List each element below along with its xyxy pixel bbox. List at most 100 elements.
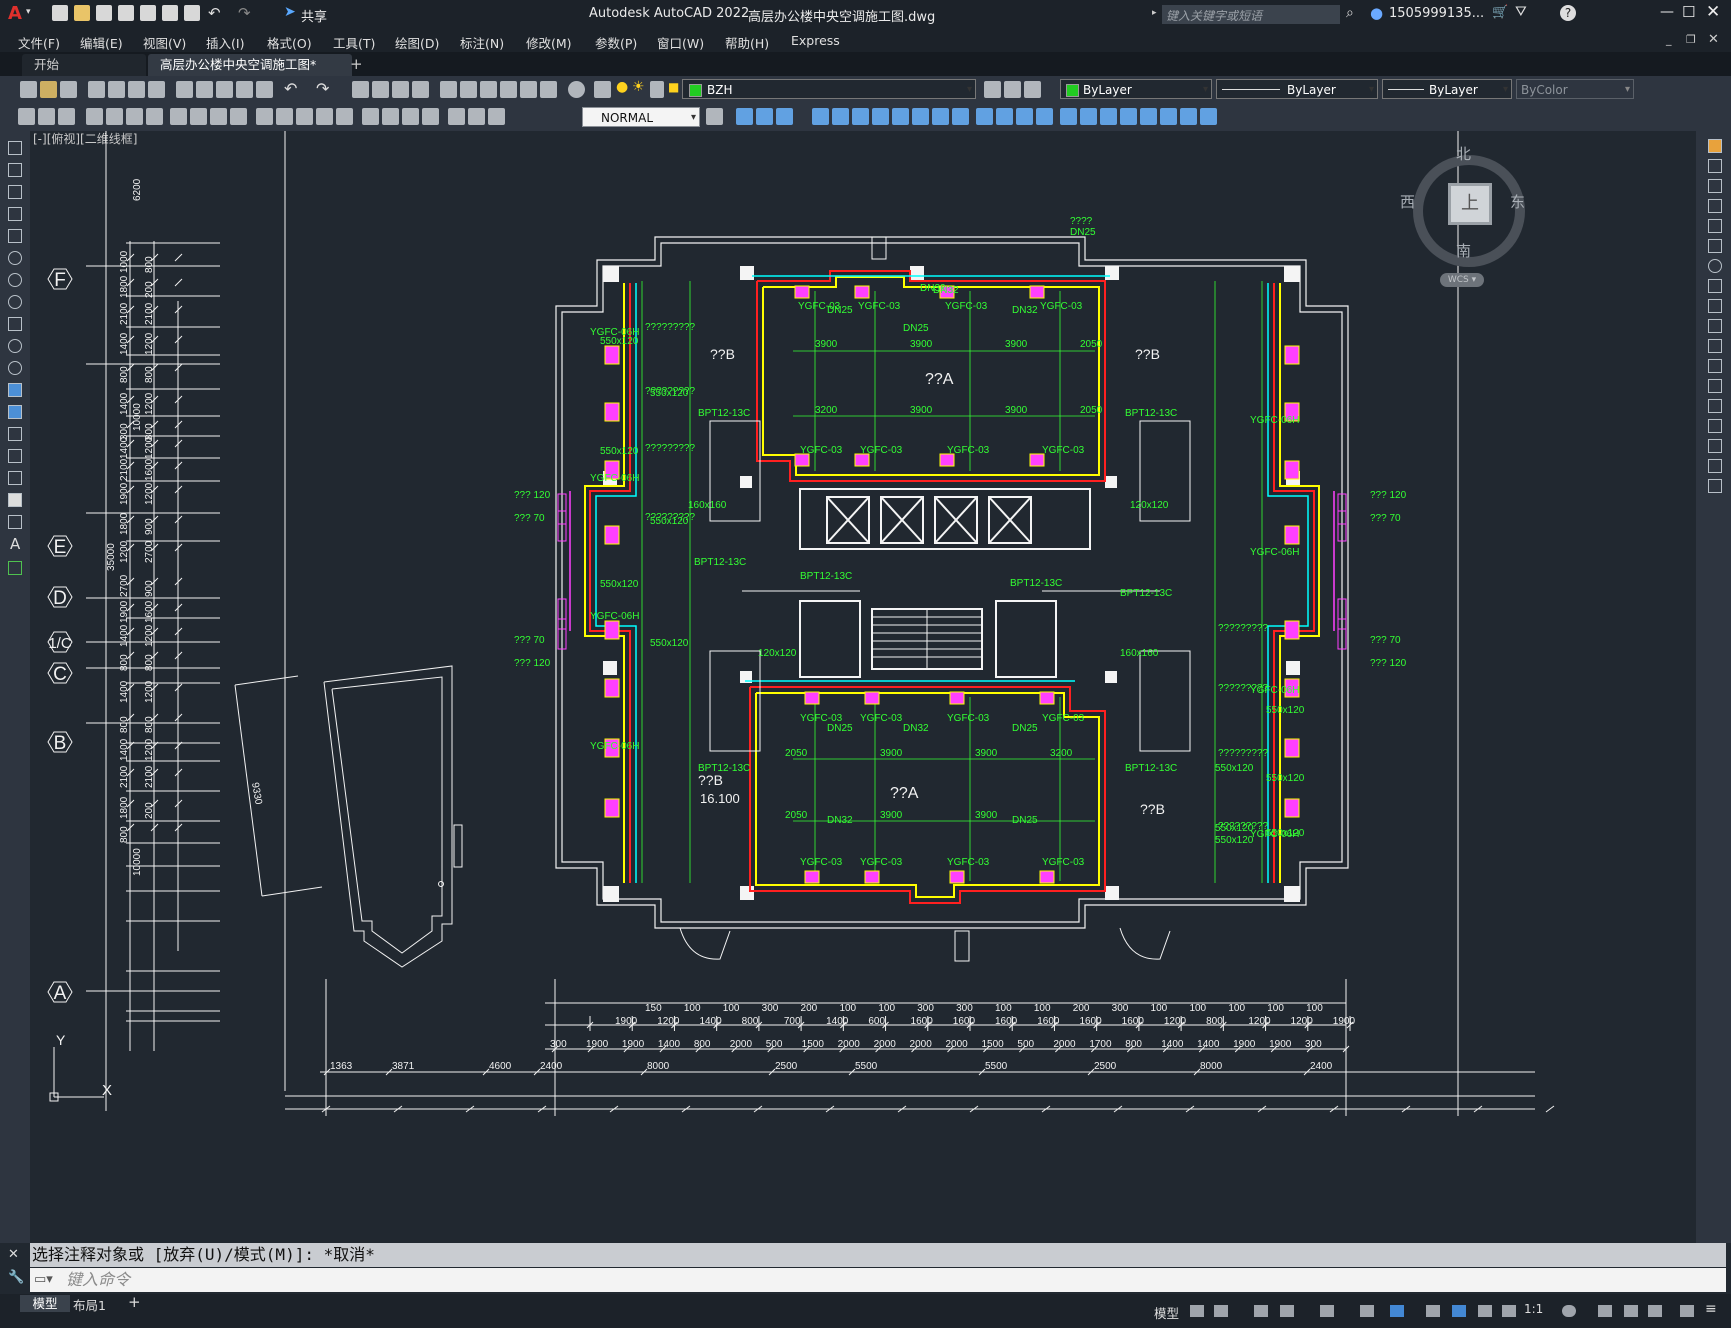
mtext-icon[interactable]: A <box>10 535 20 553</box>
layer-properties-icon[interactable] <box>594 81 611 98</box>
cut-icon[interactable] <box>176 81 193 98</box>
redo-icon[interactable]: ↷ <box>316 79 329 98</box>
modify-icon-13[interactable] <box>996 108 1013 125</box>
dim-space-icon[interactable] <box>316 108 333 125</box>
app-menu-arrow-icon[interactable]: ▾ <box>26 7 31 17</box>
tab-start[interactable]: 开始 <box>22 54 146 76</box>
plot-icon[interactable] <box>184 5 200 21</box>
modify-icon-1[interactable] <box>736 108 753 125</box>
menu-format[interactable]: 格式(O) <box>267 33 312 52</box>
qnew-icon[interactable] <box>20 81 37 98</box>
modify-icon-19[interactable] <box>1120 108 1137 125</box>
modify-icon-8[interactable] <box>892 108 909 125</box>
plotstyle-dropdown[interactable]: ByColor ▾ <box>1516 79 1634 99</box>
line-icon[interactable] <box>8 141 22 155</box>
open-file-icon[interactable] <box>74 5 90 21</box>
stretch-icon[interactable] <box>1708 299 1722 313</box>
search-icon[interactable]: ⌕ <box>1346 5 1354 21</box>
doc-minimize-icon[interactable]: _ <box>1666 33 1672 46</box>
radius-dim-icon[interactable] <box>170 108 187 125</box>
transparency-icon[interactable] <box>1452 1305 1466 1317</box>
quick-properties-icon[interactable] <box>1648 1305 1662 1317</box>
arc-icon[interactable] <box>8 251 22 265</box>
modify-icon-10[interactable] <box>932 108 949 125</box>
save-icon[interactable] <box>96 5 112 21</box>
search-input[interactable]: 键入关键字或短语 <box>1162 5 1340 24</box>
arc-length-icon[interactable] <box>126 108 143 125</box>
table-icon[interactable] <box>8 515 22 529</box>
layout-tab[interactable]: 布局1 <box>73 1295 106 1314</box>
cart-icon[interactable]: 🛒 <box>1492 5 1508 20</box>
quick-dim-icon[interactable] <box>256 108 273 125</box>
viewcube[interactable]: 上 北 南 西 东 WCS ▾ <box>1400 143 1525 293</box>
share-button[interactable]: 共享 <box>301 6 327 25</box>
modify-icon-21[interactable] <box>1160 108 1177 125</box>
dim-text-edit-icon[interactable] <box>468 108 485 125</box>
preview-icon[interactable] <box>108 81 125 98</box>
osnap-icon[interactable] <box>1390 1305 1404 1317</box>
modify-icon-16[interactable] <box>1060 108 1077 125</box>
rectangle-icon[interactable] <box>8 229 22 243</box>
doc-close-icon[interactable]: ✕ <box>1708 32 1719 47</box>
help-icon[interactable] <box>568 81 585 98</box>
open-icon[interactable] <box>40 81 57 98</box>
ordinate-dim-icon[interactable] <box>146 108 163 125</box>
viewcube-west[interactable]: 西 <box>1400 191 1415 212</box>
color-dropdown[interactable]: ByLayer ▾ <box>1060 79 1212 99</box>
dim-update-icon[interactable] <box>488 108 505 125</box>
modify-icon-7[interactable] <box>872 108 889 125</box>
dim-break-icon[interactable] <box>336 108 353 125</box>
save-as-icon[interactable] <box>118 5 134 21</box>
aligned-dim-icon[interactable] <box>106 108 123 125</box>
menu-file[interactable]: 文件(F) <box>18 33 60 52</box>
maximize-icon[interactable]: ☐ <box>1682 3 1695 21</box>
layer-lock-icon[interactable]: ■ <box>668 80 679 94</box>
mirror-icon[interactable] <box>1708 179 1722 193</box>
layer-plot-icon[interactable] <box>650 81 664 98</box>
command-prompt-icon[interactable]: ▭▾ <box>34 1268 53 1292</box>
undo-icon[interactable]: ↶ <box>284 79 297 98</box>
center-mark-icon[interactable] <box>382 108 399 125</box>
menu-edit[interactable]: 编辑(E) <box>80 33 123 52</box>
add-layout-button[interactable]: + <box>128 1293 141 1311</box>
dimstyle-dropdown[interactable]: NORMAL ▾ <box>582 107 700 127</box>
fillet-icon[interactable] <box>1708 439 1722 453</box>
osnap-tracking-icon[interactable] <box>1360 1305 1374 1317</box>
block-editor-icon[interactable] <box>256 81 273 98</box>
ellipse-arc-icon[interactable] <box>8 361 22 375</box>
modify-icon-20[interactable] <box>1140 108 1157 125</box>
drawing-canvas[interactable]: [-][俯视][二维线框] F E D 1/C C B A 6200 35000… <box>30 131 1696 1243</box>
open-web-icon[interactable] <box>140 5 156 21</box>
make-block-icon[interactable] <box>8 405 22 419</box>
menu-parametric[interactable]: 参数(P) <box>595 33 637 52</box>
tolerance-icon[interactable] <box>362 108 379 125</box>
dimstyle-manager-icon[interactable] <box>706 108 723 125</box>
new-tab-button[interactable]: + <box>350 55 363 73</box>
modify-icon-18[interactable] <box>1100 108 1117 125</box>
menu-window[interactable]: 窗口(W) <box>657 33 704 52</box>
insert-block-icon[interactable] <box>8 383 22 397</box>
calculator-icon[interactable] <box>540 81 557 98</box>
copy-object-icon[interactable] <box>1708 159 1722 173</box>
lineweight-dropdown[interactable]: ByLayer ▾ <box>1382 79 1512 99</box>
annotation-scale-value[interactable]: 1:1 <box>1524 1302 1543 1316</box>
inspect-icon[interactable] <box>402 108 419 125</box>
publish-icon[interactable] <box>128 81 145 98</box>
zoom-window-icon[interactable] <box>392 81 409 98</box>
dim-icon-1[interactable] <box>18 108 35 125</box>
polygon-icon[interactable] <box>8 207 22 221</box>
region-icon[interactable] <box>8 493 22 507</box>
angular-dim-icon[interactable] <box>230 108 247 125</box>
extend-icon[interactable] <box>1708 339 1722 353</box>
array-icon[interactable] <box>1708 219 1722 233</box>
markup-icon[interactable] <box>520 81 537 98</box>
zoom-previous-icon[interactable] <box>412 81 429 98</box>
modify-icon-11[interactable] <box>952 108 969 125</box>
layer-dropdown[interactable]: BZH ▾ <box>682 79 976 99</box>
break-point-icon[interactable] <box>1708 359 1722 373</box>
menu-dimension[interactable]: 标注(N) <box>460 33 504 52</box>
annotation-visibility-icon[interactable] <box>1478 1305 1492 1317</box>
paste-icon[interactable] <box>216 81 233 98</box>
fullscreen-icon[interactable] <box>1680 1305 1694 1317</box>
lineweight-toggle-icon[interactable] <box>1426 1305 1440 1317</box>
